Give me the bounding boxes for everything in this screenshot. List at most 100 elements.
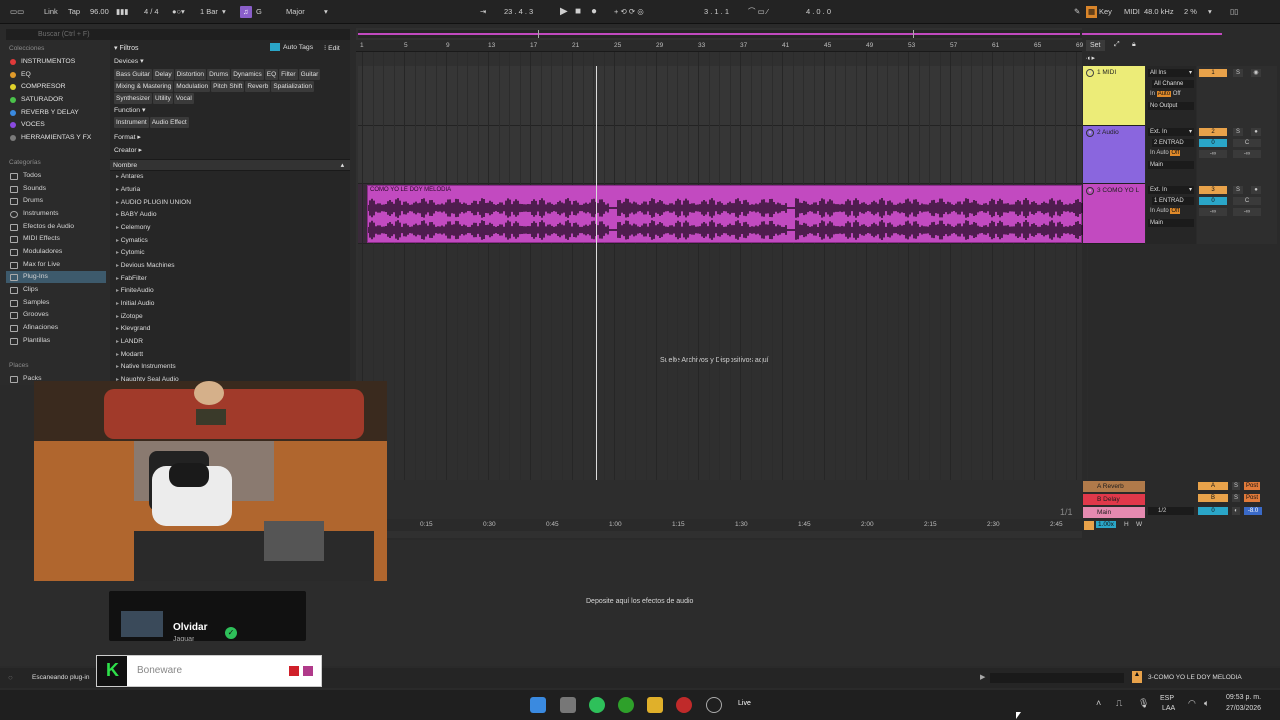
scale-chevron-icon[interactable]: ▾ (324, 6, 328, 18)
input-channel-select[interactable]: 1 ENTRAD (1152, 197, 1194, 205)
xbox-icon[interactable] (618, 697, 634, 713)
tag[interactable]: Audio Effect (149, 117, 189, 128)
solo-button[interactable]: S (1233, 69, 1243, 77)
track-lane-audio[interactable] (358, 126, 1082, 184)
tray-chevron-icon[interactable]: ˄ (1096, 698, 1101, 708)
arm-icon[interactable]: ● (1251, 128, 1261, 136)
browser-search-input[interactable]: Buscar (Ctrl + F) (6, 29, 350, 40)
devices-filter[interactable]: Devices ▾ (114, 57, 144, 65)
collection-herramientas[interactable]: HERRAMIENTAS Y FX (10, 132, 91, 144)
category-audio-effects[interactable]: Efectos de Audio (10, 221, 74, 233)
w-button[interactable]: W (1136, 521, 1142, 528)
folder-item[interactable]: Initial Audio (116, 298, 155, 311)
tag[interactable]: Instrument (114, 117, 149, 128)
category-templates[interactable]: Plantillas (10, 335, 50, 347)
category-instruments[interactable]: Instruments (10, 208, 59, 220)
windows-start-icon[interactable] (530, 697, 546, 713)
play-icon[interactable]: ▶ (560, 6, 568, 18)
clock-time[interactable]: 09:53 p. m. (1226, 694, 1261, 701)
input-type-select[interactable]: Ext. In ▾ (1148, 186, 1194, 194)
tag[interactable]: Mixing & Mastering (114, 81, 174, 92)
return-a-activator[interactable]: A (1198, 482, 1228, 490)
category-samples[interactable]: Samples (10, 297, 49, 309)
monitor-switch[interactable]: In Auto Off (1150, 208, 1181, 214)
tag[interactable]: Synthesizer (114, 93, 152, 104)
track-activator[interactable]: 2 (1199, 128, 1227, 136)
track-activator[interactable]: 1 (1199, 69, 1227, 77)
h-button[interactable]: H (1124, 521, 1129, 528)
link-indicator-icon[interactable]: ▭▭ (10, 6, 28, 18)
output-select[interactable]: No Output (1148, 102, 1194, 110)
tag[interactable]: Utility (152, 93, 173, 104)
return-track-b[interactable]: B Delay (1083, 494, 1145, 505)
volume-field[interactable]: 0 (1199, 139, 1227, 147)
folder-item[interactable]: Cytomic (116, 247, 145, 260)
track-header-audio[interactable]: ▾ 2 Audio (1083, 126, 1145, 184)
input-type-select[interactable]: Ext. In ▾ (1148, 128, 1194, 136)
draw-mode-icon[interactable]: ✎ (1074, 6, 1080, 18)
category-drums[interactable]: Drums (10, 195, 43, 207)
folder-item[interactable]: Arturia (116, 184, 140, 197)
solo-button[interactable]: S (1233, 128, 1243, 136)
format-filter[interactable]: Format ▸ (114, 133, 141, 141)
category-tunings[interactable]: Afinaciones (10, 322, 58, 334)
clip-preview[interactable] (990, 673, 1124, 683)
folder-item[interactable]: LANDR (116, 336, 143, 349)
key-select[interactable]: G (256, 6, 262, 18)
tag[interactable]: Guitar (298, 69, 321, 80)
tag[interactable]: Dynamics (231, 69, 264, 80)
category-todos[interactable]: Todos (10, 170, 41, 182)
tap-button[interactable]: Tap (68, 6, 80, 18)
folder-item[interactable]: Cymatics (116, 235, 148, 248)
time-signature-field[interactable]: 4 / 4 (144, 6, 159, 18)
category-modulators[interactable]: Moduladores (10, 246, 62, 258)
app-icon[interactable] (706, 697, 722, 713)
folder-item[interactable]: Celemony (116, 222, 151, 235)
monitor-switch[interactable]: In Auto Off (1150, 91, 1181, 97)
wifi-icon[interactable]: ◠ (1188, 698, 1196, 709)
tag[interactable]: Distortion (174, 69, 207, 80)
zoom-level[interactable]: 1.00x (1096, 521, 1116, 528)
tag[interactable]: Bass Guitar (114, 69, 152, 80)
language-indicator[interactable]: ESP (1160, 695, 1174, 702)
tag[interactable]: Filter (279, 69, 298, 80)
master-volume-field[interactable]: -8.0 (1244, 507, 1262, 515)
collection-reverb-delay[interactable]: REVERB Y DELAY (10, 107, 79, 119)
quantize-chevron-icon[interactable]: ▾ (222, 6, 226, 18)
tag[interactable]: Pitch Shift (211, 81, 245, 92)
task-view-icon[interactable] (560, 697, 576, 713)
auto-tags-button[interactable]: Auto Tags (270, 43, 313, 51)
output-select[interactable]: Main (1148, 219, 1194, 227)
tempo-field[interactable]: 96.00 (90, 6, 109, 18)
opera-icon[interactable] (676, 697, 692, 713)
scale-select[interactable]: Major (286, 6, 305, 18)
track-activator[interactable]: 3 (1199, 186, 1227, 194)
post-button[interactable]: Post (1244, 494, 1260, 502)
quantize-select[interactable]: 1 Bar (200, 6, 218, 18)
link-button[interactable]: Link (44, 6, 58, 18)
collection-eq[interactable]: EQ (10, 69, 31, 81)
track-nav-icon[interactable]: ◂ ▸ (1086, 54, 1095, 62)
midi-map-button[interactable]: MIDI (1124, 6, 1140, 18)
play-clip-icon[interactable]: ▶ (980, 673, 985, 681)
track-header-audio-3[interactable]: ▾ 3 COMO YO L (1083, 184, 1145, 244)
file-explorer-icon[interactable] (647, 697, 663, 713)
clock-date[interactable]: 27/03/2026 (1226, 705, 1261, 712)
usb-icon[interactable]: ⎍ (1116, 698, 1122, 709)
key-map-button[interactable]: Key (1099, 6, 1112, 18)
category-midi-effects[interactable]: MIDI Effects (10, 233, 60, 245)
fold-icon[interactable]: ▾ (1086, 187, 1094, 195)
folder-item[interactable]: iZotope (116, 311, 143, 324)
folder-item[interactable]: BABY Audio (116, 209, 157, 222)
set-button[interactable]: Set (1086, 40, 1105, 51)
send-a-field[interactable]: -∞ (1199, 208, 1227, 216)
record-icon[interactable]: ● (591, 6, 597, 18)
lock-icon[interactable]: 🔒︎ (1132, 41, 1136, 49)
tag[interactable]: Delay (152, 69, 174, 80)
zoom-icon[interactable] (1084, 521, 1094, 530)
category-max-for-live[interactable]: Max for Live (10, 259, 60, 271)
solo-button[interactable]: S (1232, 482, 1240, 490)
arm-icon[interactable]: ● (1251, 186, 1261, 194)
loop-start-field[interactable]: 3 . 1 . 1 (704, 6, 729, 18)
send-b-field[interactable]: -∞ (1233, 150, 1261, 158)
